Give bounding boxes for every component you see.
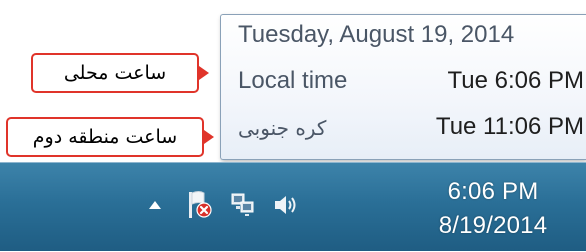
datetime-flyout: Tuesday, August 19, 2014 Local time Tue … [220,14,586,160]
local-time-label: Local time [238,67,348,94]
taskbar-clock[interactable]: 6:06 PM 8/19/2014 [418,175,568,243]
network-icon[interactable] [226,187,260,223]
speaker-volume-icon[interactable] [268,187,302,223]
callout-arrow-icon [199,66,209,80]
local-time-value: Tue 6:06 PM [447,67,584,94]
clock-date: 8/19/2014 [438,212,548,239]
second-clock-value: Tue 11:06 PM [435,113,584,140]
local-time-row: Local time Tue 6:06 PM [238,67,584,101]
second-clock-row: کره جنوبی Tue 11:06 PM [238,113,584,147]
callout-second-clock-text: ساعت منطقه دوم [32,126,178,148]
taskbar: 6:06 PM 8/19/2014 [0,162,586,251]
flyout-date: Tuesday, August 19, 2014 [238,21,515,48]
second-clock-label: کره جنوبی [238,116,327,140]
callout-second-clock: ساعت منطقه دوم [6,117,204,157]
callout-arrow-icon [204,130,214,144]
action-center-flag-icon[interactable] [182,187,216,223]
show-hidden-icons-arrow-icon[interactable] [138,187,172,223]
callout-local-time: ساعت محلی [31,53,199,93]
clock-time: 6:06 PM [447,178,539,205]
callout-local-time-text: ساعت محلی [63,62,167,84]
